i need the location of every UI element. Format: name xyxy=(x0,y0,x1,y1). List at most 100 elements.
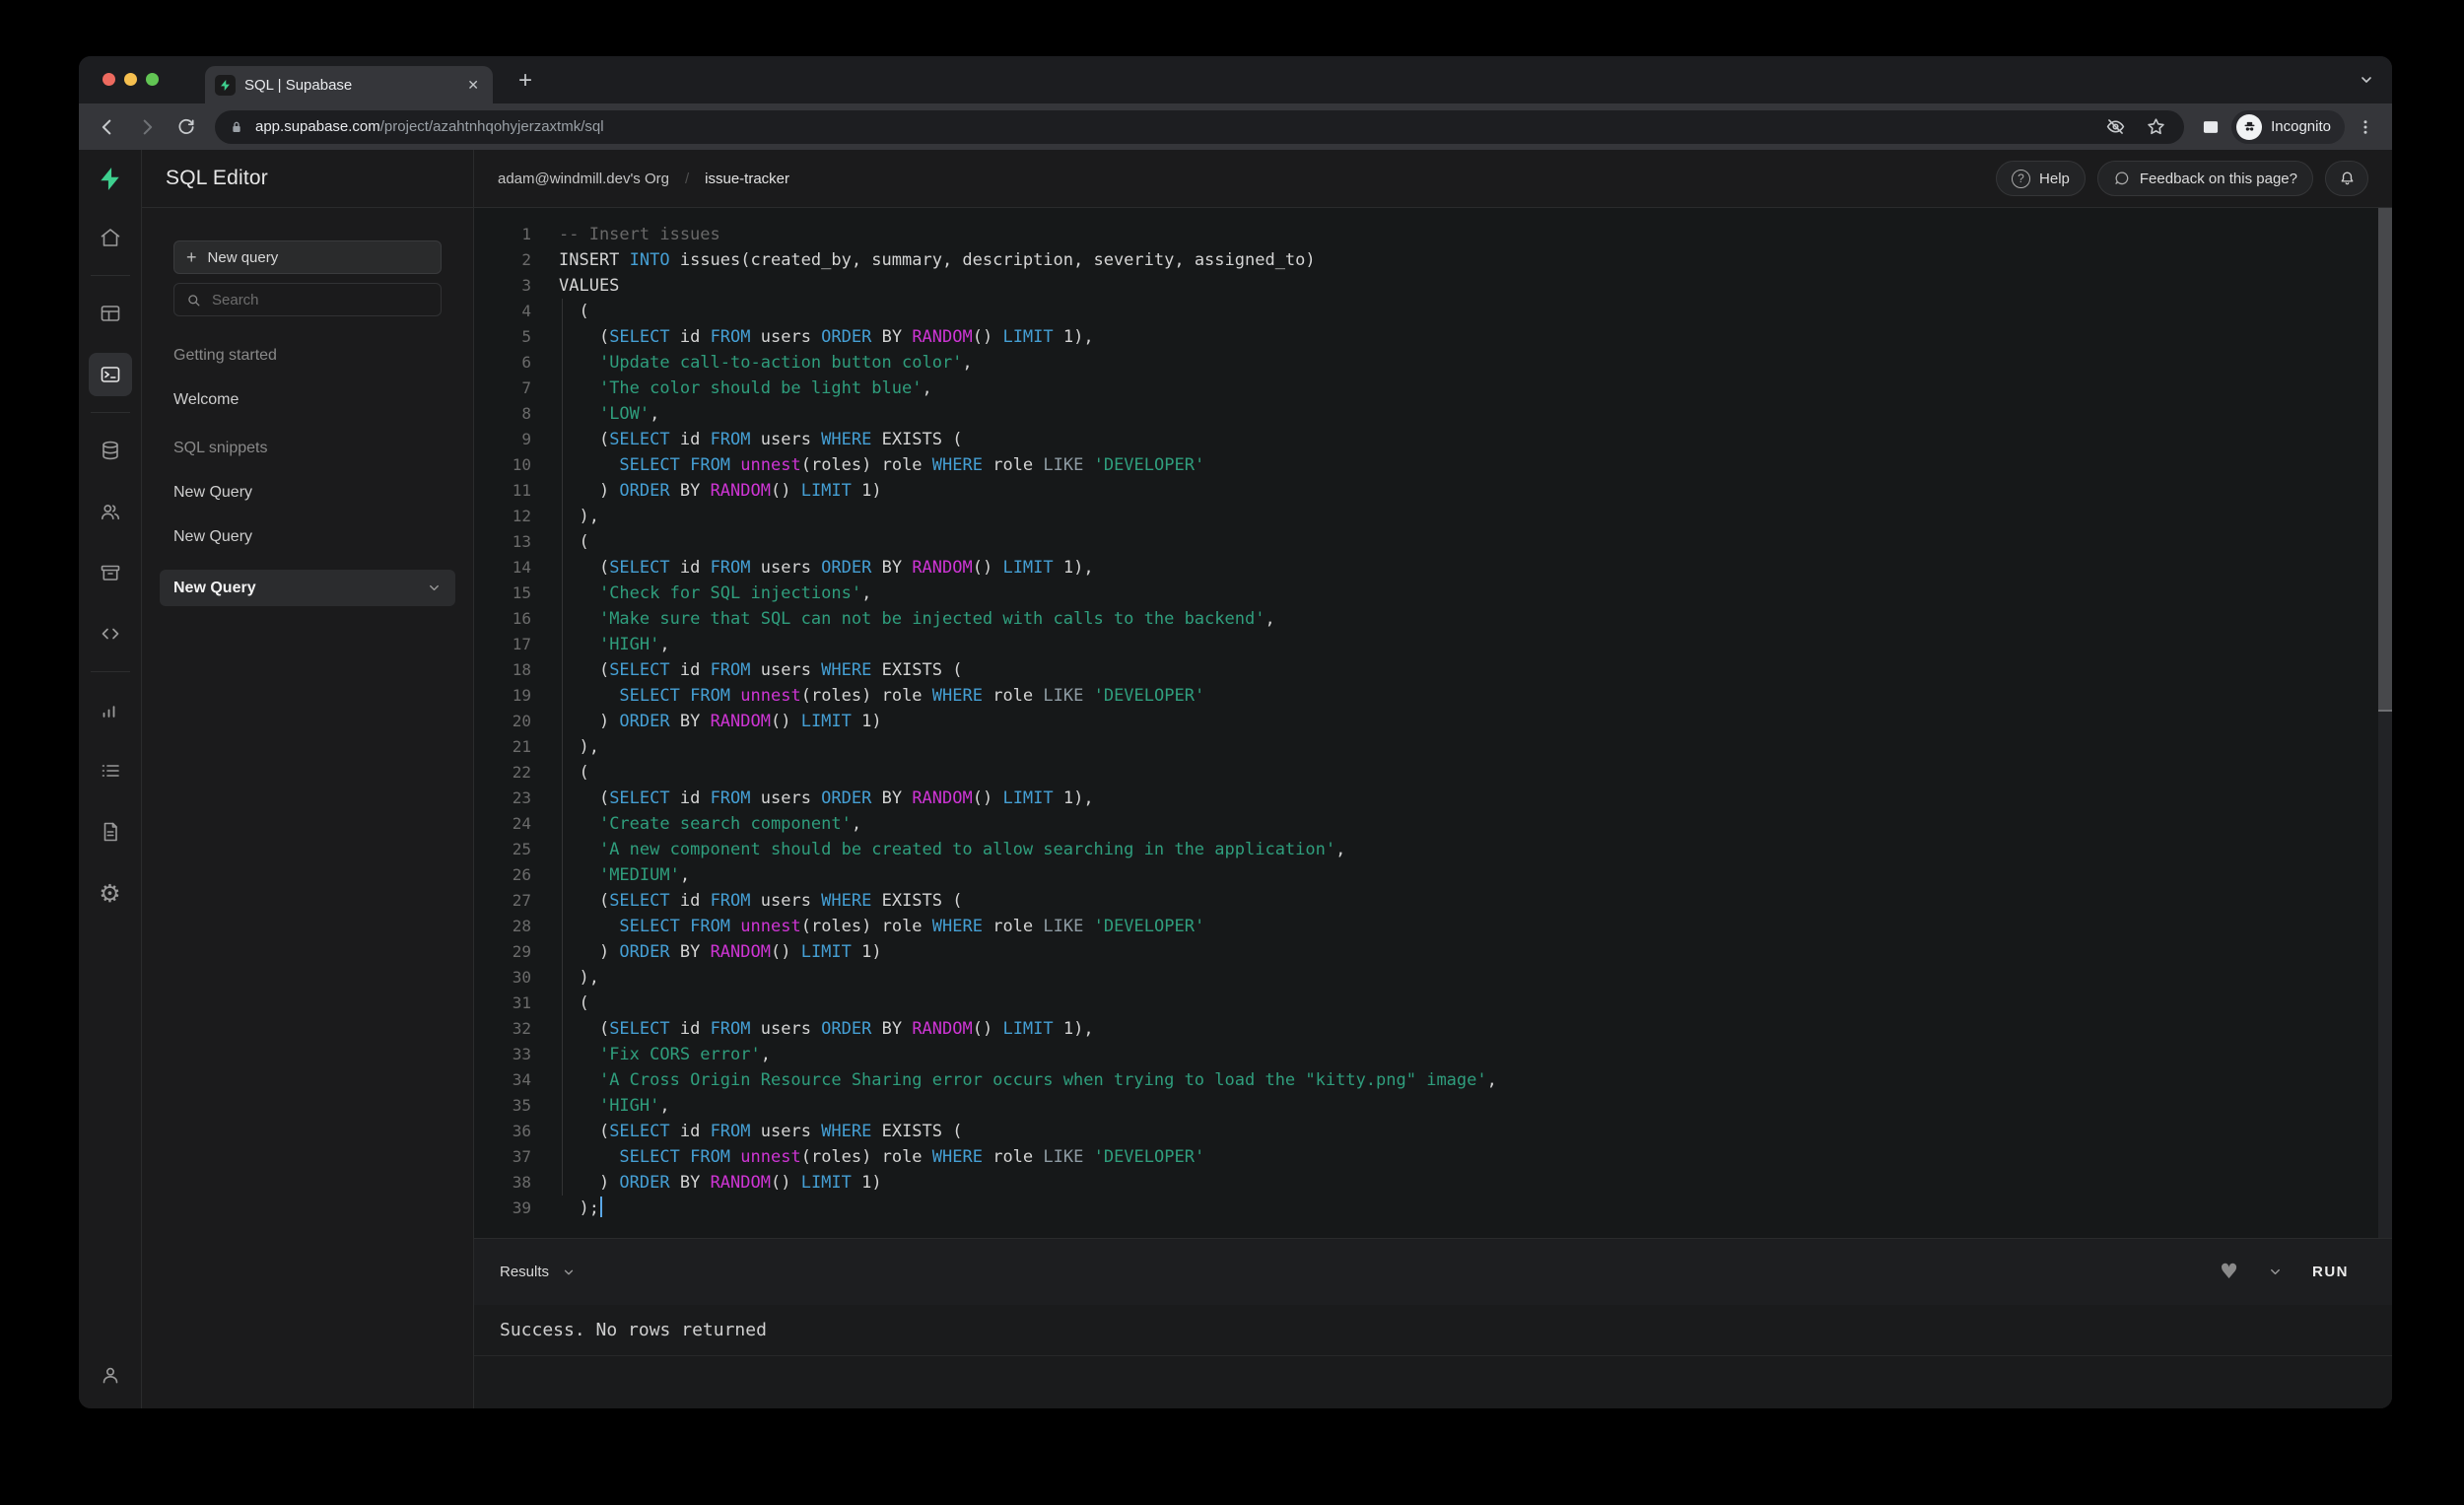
close-window-button[interactable] xyxy=(103,73,115,86)
table-editor-icon[interactable] xyxy=(89,292,132,335)
sidebar-item-new-query-1[interactable]: New Query xyxy=(173,484,442,502)
breadcrumb-bar: adam@windmill.dev's Org / issue-tracker … xyxy=(474,150,2392,208)
sidebar-item-welcome[interactable]: Welcome xyxy=(173,391,442,409)
line-number: 25 xyxy=(512,840,531,858)
nav-rail: ⚙ xyxy=(79,150,142,1408)
eye-off-icon[interactable] xyxy=(2100,112,2130,142)
editor-scrollbar-thumb[interactable] xyxy=(2378,208,2392,712)
tab-search-chevron-icon[interactable] xyxy=(2359,72,2374,88)
indent-guide xyxy=(562,299,563,1196)
back-icon[interactable] xyxy=(91,110,124,144)
logs-icon[interactable] xyxy=(89,749,132,792)
database-icon[interactable] xyxy=(89,429,132,472)
search-input[interactable] xyxy=(212,291,430,308)
menu-dots-icon[interactable] xyxy=(2351,112,2380,142)
line-number: 32 xyxy=(512,1019,531,1038)
code-line: 3 VALUES xyxy=(474,273,2392,299)
window-controls xyxy=(103,73,159,86)
breadcrumb-project[interactable]: issue-tracker xyxy=(705,171,789,187)
supabase-logo-icon[interactable] xyxy=(79,150,141,207)
line-number: 30 xyxy=(512,968,531,987)
chevron-down-icon[interactable] xyxy=(2268,1265,2283,1279)
minimize-window-button[interactable] xyxy=(124,73,137,86)
side-panel-icon[interactable] xyxy=(2196,112,2225,142)
code-icon[interactable] xyxy=(89,612,132,655)
supabase-app: ⚙ SQL Editor + New query Search Getting … xyxy=(79,150,2392,1408)
code-editor[interactable]: 1 -- Insert issues 2 INSERT INTO issues(cre… xyxy=(474,208,2392,1238)
bookmark-star-icon[interactable] xyxy=(2141,112,2170,142)
browser-window: SQL | Supabase ✕ + app.supabase.com/proj… xyxy=(79,56,2392,1408)
line-number: 21 xyxy=(512,737,531,756)
code-line: 16 'Make sure that SQL can not be inject… xyxy=(474,606,2392,632)
address-bar[interactable]: app.supabase.com/project/azahtnhqohyjerz… xyxy=(215,109,2185,144)
run-button[interactable]: RUN xyxy=(2312,1264,2349,1280)
line-number: 20 xyxy=(512,712,531,730)
forward-icon[interactable] xyxy=(130,110,164,144)
line-number: 24 xyxy=(512,814,531,833)
reports-icon[interactable] xyxy=(89,688,132,731)
code-line: 21 ), xyxy=(474,734,2392,760)
docs-icon[interactable] xyxy=(89,810,132,854)
chevron-down-icon[interactable] xyxy=(427,581,442,595)
results-bar: Results ♥ RUN xyxy=(474,1238,2392,1305)
code-line: 36 (SELECT id FROM users WHERE EXISTS ( xyxy=(474,1119,2392,1144)
line-number: 34 xyxy=(512,1070,531,1089)
help-button[interactable]: ? Help xyxy=(1996,161,2086,196)
line-number: 2 xyxy=(521,250,531,269)
plus-icon: + xyxy=(186,246,197,267)
line-number: 10 xyxy=(512,455,531,474)
home-icon[interactable] xyxy=(89,216,132,259)
account-icon[interactable] xyxy=(89,1353,132,1397)
line-number: 31 xyxy=(512,993,531,1012)
code-line: 32 (SELECT id FROM users ORDER BY RANDOM… xyxy=(474,1016,2392,1042)
zoom-window-button[interactable] xyxy=(146,73,159,86)
sidebar-item-new-query-2[interactable]: New Query xyxy=(173,528,442,546)
section-label-sql-snippets: SQL snippets xyxy=(173,440,268,456)
line-number: 14 xyxy=(512,558,531,577)
results-label: Results xyxy=(500,1264,550,1280)
code-line: 28 SELECT FROM unnest(roles) role WHERE … xyxy=(474,914,2392,939)
code-line: 23 (SELECT id FROM users ORDER BY RANDOM… xyxy=(474,786,2392,811)
code-line: 2 INSERT INTO issues(created_by, summary,… xyxy=(474,247,2392,273)
line-number: 22 xyxy=(512,763,531,782)
favorite-heart-icon[interactable]: ♥ xyxy=(2220,1262,2238,1282)
code-line: 15 'Check for SQL injections', xyxy=(474,581,2392,606)
new-query-button[interactable]: + New query xyxy=(173,240,442,274)
code-line: 29 ) ORDER BY RANDOM() LIMIT 1) xyxy=(474,939,2392,965)
storage-icon[interactable] xyxy=(89,551,132,594)
browser-tab[interactable]: SQL | Supabase ✕ xyxy=(205,66,493,103)
sidebar-item-new-query-active[interactable]: New Query xyxy=(160,570,455,606)
auth-users-icon[interactable] xyxy=(89,490,132,533)
code-line: 38 ) ORDER BY RANDOM() LIMIT 1) xyxy=(474,1170,2392,1196)
new-tab-button[interactable]: + xyxy=(511,66,540,96)
results-dropdown[interactable]: Results xyxy=(500,1264,576,1280)
sidebar-item-label: New Query xyxy=(173,579,256,596)
line-number: 6 xyxy=(521,353,531,372)
results-footer xyxy=(474,1356,2392,1408)
rail-divider xyxy=(90,275,130,276)
editor-scrollbar-track[interactable] xyxy=(2378,208,2392,1238)
incognito-icon xyxy=(2236,113,2263,140)
breadcrumb-org[interactable]: adam@windmill.dev's Org xyxy=(498,171,669,187)
tab-strip: SQL | Supabase ✕ + xyxy=(79,56,2392,103)
line-number: 35 xyxy=(512,1096,531,1115)
sql-editor-icon[interactable] xyxy=(88,353,132,396)
line-number: 17 xyxy=(512,635,531,653)
code-line: 31 ( xyxy=(474,991,2392,1016)
notifications-button[interactable] xyxy=(2325,161,2368,196)
code-line: 13 ( xyxy=(474,529,2392,555)
main-area: adam@windmill.dev's Org / issue-tracker … xyxy=(474,150,2392,1408)
tab-close-icon[interactable]: ✕ xyxy=(463,75,483,96)
line-number: 39 xyxy=(512,1198,531,1217)
reload-icon[interactable] xyxy=(170,110,203,144)
code-line: 5 (SELECT id FROM users ORDER BY RANDOM(… xyxy=(474,324,2392,350)
chat-bubble-icon xyxy=(2113,170,2131,187)
settings-gear-icon[interactable]: ⚙ xyxy=(89,871,132,915)
breadcrumb-separator: / xyxy=(684,170,690,187)
code-line: 4 ( xyxy=(474,299,2392,324)
rail-divider xyxy=(90,412,130,413)
feedback-button[interactable]: Feedback on this page? xyxy=(2096,161,2313,196)
line-number: 28 xyxy=(512,917,531,935)
search-box xyxy=(173,283,442,316)
tab-title: SQL | Supabase xyxy=(244,76,353,94)
